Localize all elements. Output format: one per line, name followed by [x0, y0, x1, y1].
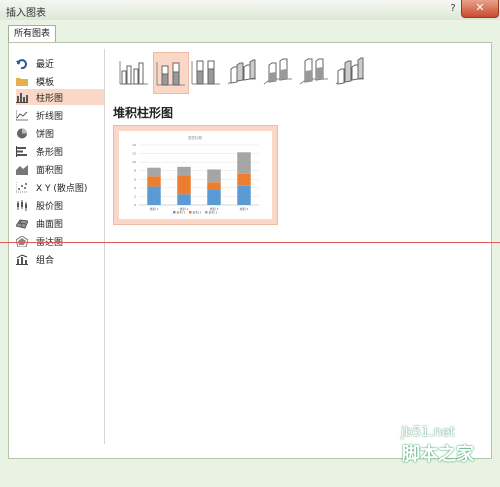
area-chart-icon — [16, 164, 28, 175]
stacked-column-icon — [156, 58, 186, 89]
legend-label: 系列 2 — [193, 210, 202, 215]
3d-clustered-column-icon — [227, 57, 257, 88]
bar-segment — [207, 190, 221, 205]
category-stock[interactable]: 股价图 — [16, 197, 104, 213]
category-area[interactable]: 面积图 — [16, 161, 104, 177]
category-line[interactable]: 折线图 — [15, 107, 104, 123]
3d-stacked-column-icon — [263, 57, 293, 88]
category-column[interactable]: 柱形图 — [16, 89, 104, 105]
chart-preview[interactable]: 图表标题 0 2 4 6 8 10 12 14 类别 1 类别 2 类别 3 类别 4 系列 1 系列 2系… — [113, 125, 278, 225]
legend-swatch — [189, 211, 192, 214]
chart-subtype-title: 堆积柱形图 — [113, 106, 174, 120]
bar-segment — [177, 175, 191, 195]
legend-swatch — [173, 211, 176, 214]
category-label: 股价图 — [36, 201, 64, 212]
category-scatter[interactable]: X Y (散点图) — [15, 179, 104, 195]
category-label: 折线图 — [36, 111, 64, 122]
category-label: 条形图 — [36, 147, 64, 158]
category-combo[interactable]: 组合 — [16, 251, 104, 267]
y-tick-label: 6 — [134, 177, 136, 181]
title-bar: 插入图表 ? ✕ — [0, 0, 500, 21]
category-bar[interactable]: 条形图 — [16, 143, 104, 159]
subtype-stacked-column[interactable] — [153, 52, 189, 94]
y-tick-label: 8 — [134, 169, 136, 173]
y-tick-label: 12 — [132, 152, 136, 156]
close-button[interactable]: ✕ — [461, 0, 499, 18]
chart-preview-card: 图表标题 0 2 4 6 8 10 12 14 类别 1 类别 2 类别 3 类别 4 系列 1 系列 2系… — [119, 131, 272, 219]
category-pie[interactable]: 饼图 — [16, 125, 104, 141]
3d-column-icon — [335, 57, 365, 88]
category-label: 最近 — [36, 59, 55, 70]
pane-divider — [104, 49, 105, 444]
line-chart-icon — [15, 109, 28, 121]
3d-100-stacked-column-icon — [299, 57, 329, 88]
subtype-3d-clustered-column[interactable] — [225, 52, 259, 92]
category-label: 曲面图 — [36, 219, 64, 230]
category-template[interactable]: 模板 — [16, 73, 104, 89]
category-surface[interactable]: 曲面图 — [15, 215, 104, 231]
category-label: 面积图 — [36, 165, 64, 176]
tab-all-charts[interactable]: 所有图表 — [8, 25, 56, 43]
category-label: 模板 — [36, 77, 55, 88]
y-tick-label: 10 — [132, 160, 136, 164]
surface-chart-icon — [15, 218, 29, 229]
column-chart-icon — [16, 92, 28, 103]
subtype-3d-column[interactable] — [333, 52, 367, 92]
legend-label: 系列 1 — [177, 210, 186, 215]
bar-segment — [207, 182, 221, 190]
category-label: 雷达图 — [36, 235, 63, 248]
category-label: 组合 — [36, 255, 55, 266]
clustered-column-icon — [119, 57, 149, 88]
combo-chart-icon — [16, 253, 28, 265]
red-guide-line — [0, 242, 500, 243]
stock-chart-icon — [16, 199, 28, 211]
help-button[interactable]: ? — [448, 3, 458, 15]
tab-strip: 所有图表 — [0, 20, 500, 43]
legend-label: 系列 3 — [209, 210, 218, 215]
category-radar[interactable]: 雷达图 — [15, 233, 104, 249]
subtype-clustered-column[interactable] — [117, 52, 151, 92]
category-label: 饼图 — [36, 129, 55, 140]
y-tick-label: 0 — [134, 203, 136, 207]
chart-title: 图表标题 — [188, 135, 202, 140]
100-stacked-column-icon — [191, 57, 221, 88]
y-tick-label: 14 — [132, 143, 136, 147]
bar-segment — [237, 152, 251, 174]
subtype-3d-stacked-column[interactable] — [261, 52, 295, 92]
scatter-chart-icon — [15, 181, 28, 193]
watermark-brand: 脚本之家 — [402, 444, 474, 465]
x-tick-label: 类别 4 — [240, 206, 249, 211]
dialog-panel: 最近 模板 柱形图 折线图 饼图 条形图 面积图 X Y (散点图) 股价图 曲… — [8, 42, 492, 459]
bar-segment — [147, 176, 161, 187]
subtype-3d-100-stacked-column[interactable] — [297, 52, 331, 92]
category-label: 柱形图 — [36, 93, 64, 104]
subtype-100-stacked-column[interactable] — [189, 52, 223, 92]
bar-chart-icon — [16, 145, 28, 157]
bar-segment — [207, 169, 221, 183]
category-label: X Y (散点图) — [36, 183, 88, 194]
legend-swatch — [205, 211, 208, 214]
bar-segment — [147, 167, 161, 177]
stacked-column-chart: 图表标题02468101214类别 1 类别 2 类别 3 类别 4系列 1 系列 2系… — [132, 135, 259, 215]
folder-icon — [16, 76, 28, 87]
undo-arrow-icon — [16, 58, 28, 69]
category-recent[interactable]: 最近 — [16, 55, 104, 71]
watermark-site: jb51.net — [401, 425, 455, 440]
bar-segment — [147, 186, 161, 205]
radar-chart-icon — [15, 234, 29, 247]
window-title: 插入图表 — [6, 8, 46, 19]
bar-segment — [237, 185, 251, 205]
y-tick-label: 2 — [134, 194, 136, 198]
x-tick-label: 类别 1 — [150, 206, 159, 211]
y-tick-label: 4 — [134, 186, 136, 190]
bar-segment — [177, 194, 191, 205]
pie-chart-icon — [16, 128, 28, 139]
bar-segment — [237, 173, 251, 186]
bar-segment — [177, 166, 191, 176]
